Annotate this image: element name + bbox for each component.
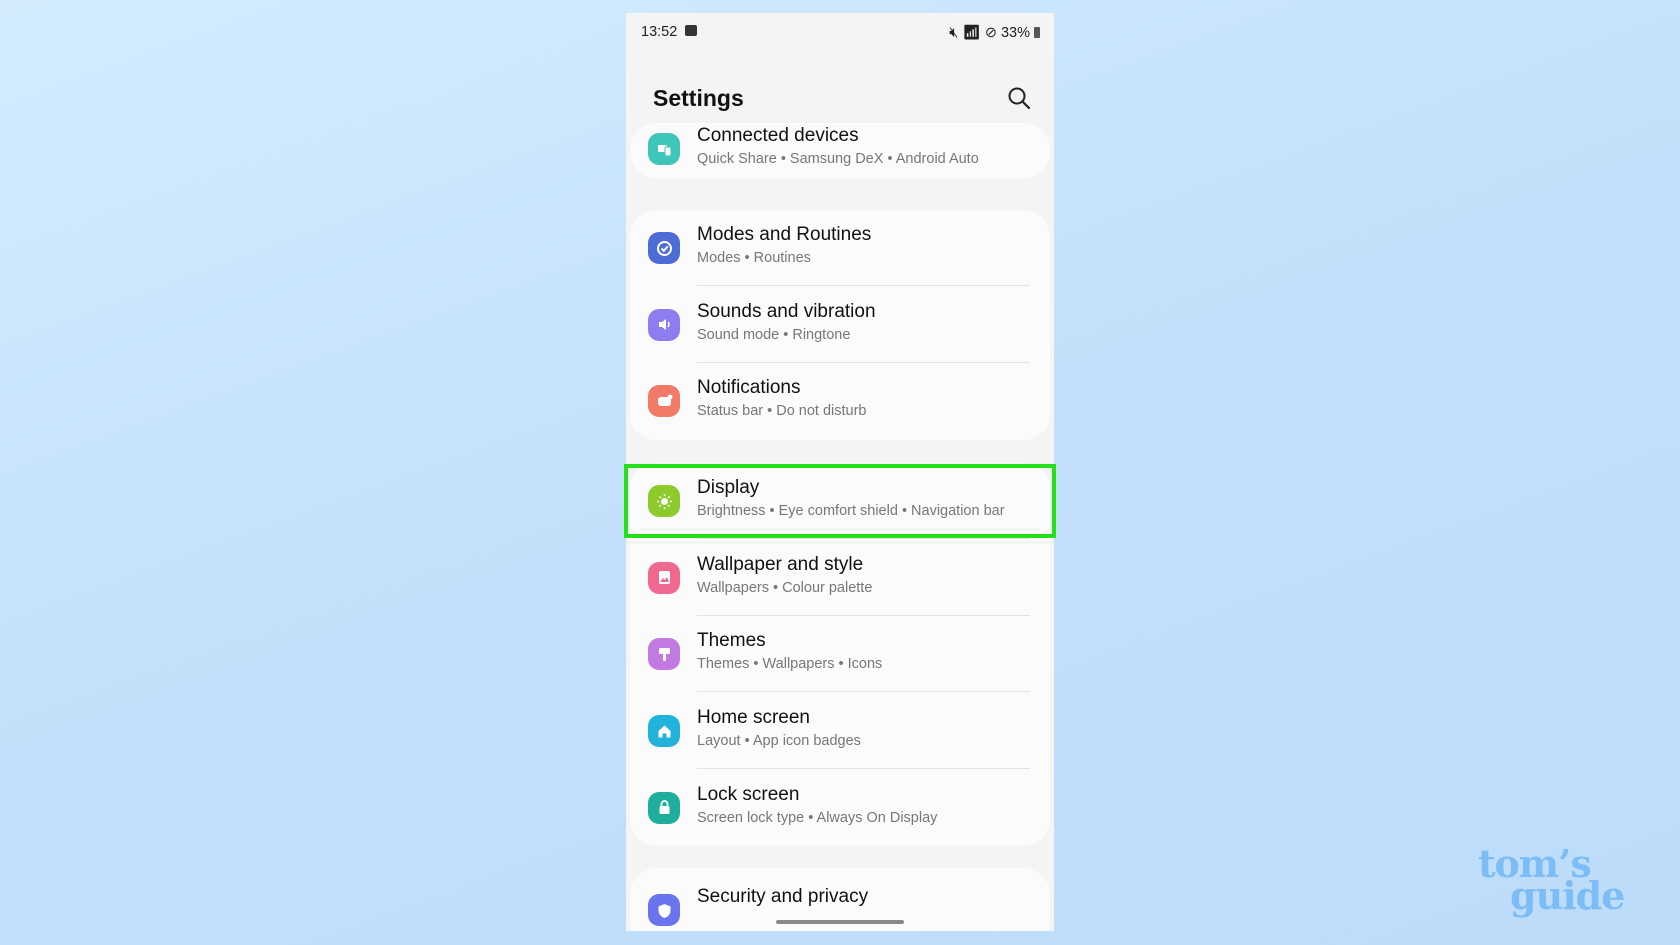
shield-icon xyxy=(648,894,680,926)
speaker-icon xyxy=(648,308,680,341)
page-title: Settings xyxy=(653,85,744,111)
settings-item-connected-devices[interactable]: Connected devices Quick Share • Samsung … xyxy=(630,111,1050,187)
phone-screen: 13:52 🔇︎ 📶︎ ⊘ 33% Settings Connected dev… xyxy=(626,13,1054,931)
settings-item-subtitle: Wallpapers • Colour palette xyxy=(697,579,873,596)
settings-item-subtitle: Status bar • Do not disturb xyxy=(697,403,867,420)
settings-item-lock-screen[interactable]: Lock screen Screen lock type • Always On… xyxy=(630,770,1050,846)
settings-item-subtitle: Quick Share • Samsung DeX • Android Auto xyxy=(697,151,979,167)
settings-item-subtitle: Themes • Wallpapers • Icons xyxy=(697,656,883,673)
mute-icon: 🔇︎ xyxy=(949,24,959,41)
sun-icon xyxy=(648,485,680,517)
settings-item-notifications[interactable]: Notifications Status bar • Do not distur… xyxy=(630,363,1050,439)
settings-item-subtitle: Screen lock type • Always On Display xyxy=(697,809,938,826)
image-icon xyxy=(648,561,680,594)
settings-item-subtitle: Brightness • Eye comfort shield • Naviga… xyxy=(697,503,1005,519)
settings-group: Modes and Routines Modes • Routines Soun… xyxy=(630,210,1050,440)
settings-item-title: Notifications xyxy=(697,377,801,399)
home-icon xyxy=(648,715,680,748)
status-bar: 13:52 🔇︎ 📶︎ ⊘ 33% xyxy=(626,13,1054,51)
settings-item-title: Display xyxy=(697,477,760,498)
settings-item-title: Wallpaper and style xyxy=(697,553,864,575)
lock-icon xyxy=(648,791,680,824)
wifi-icon: 📶︎ xyxy=(962,25,981,41)
search-icon[interactable] xyxy=(1006,85,1032,111)
settings-item-subtitle: Modes • Routines xyxy=(697,250,811,266)
toms-guide-logo: tom’s guide xyxy=(1478,841,1625,918)
settings-item-title: Modes and Routines xyxy=(697,224,872,245)
settings-item-title: Security and privacy xyxy=(697,886,869,907)
battery-level: 33% xyxy=(1000,24,1030,41)
settings-item-subtitle: Layout • App icon badges xyxy=(697,733,861,750)
do-not-disturb-icon: ⊘ xyxy=(984,24,997,41)
settings-item-themes[interactable]: Themes Themes • Wallpapers • Icons xyxy=(630,616,1050,693)
settings-item-title: Connected devices xyxy=(697,125,859,146)
settings-item-sounds-and-vibration[interactable]: Sounds and vibration Sound mode • Ringto… xyxy=(630,287,1050,363)
settings-item-title: Home screen xyxy=(697,707,810,729)
modes-icon xyxy=(648,232,680,264)
gallery-icon xyxy=(685,25,697,36)
settings-item-title: Lock screen xyxy=(697,783,800,805)
brush-icon xyxy=(648,638,680,671)
settings-item-display[interactable]: Display Brightness • Eye comfort shield … xyxy=(630,463,1050,539)
status-time: 13:52 xyxy=(641,24,678,40)
settings-item-wallpaper-and-style[interactable]: Wallpaper and style Wallpapers • Colour … xyxy=(630,540,1050,616)
settings-item-title: Themes xyxy=(697,630,766,652)
settings-group: Connected devices Quick Share • Samsung … xyxy=(630,123,1050,178)
settings-item-modes-and-routines[interactable]: Modes and Routines Modes • Routines xyxy=(630,210,1050,286)
settings-item-title: Sounds and vibration xyxy=(697,300,876,322)
connected-devices-icon xyxy=(648,133,680,165)
notification-icon xyxy=(648,385,680,418)
settings-item-home-screen[interactable]: Home screen Layout • App icon badges xyxy=(630,693,1050,770)
settings-group: Display Brightness • Eye comfort shield … xyxy=(630,463,1050,846)
home-gesture-bar[interactable] xyxy=(776,920,904,924)
settings-item-subtitle: Sound mode • Ringtone xyxy=(697,326,851,343)
battery-icon xyxy=(1034,27,1040,38)
